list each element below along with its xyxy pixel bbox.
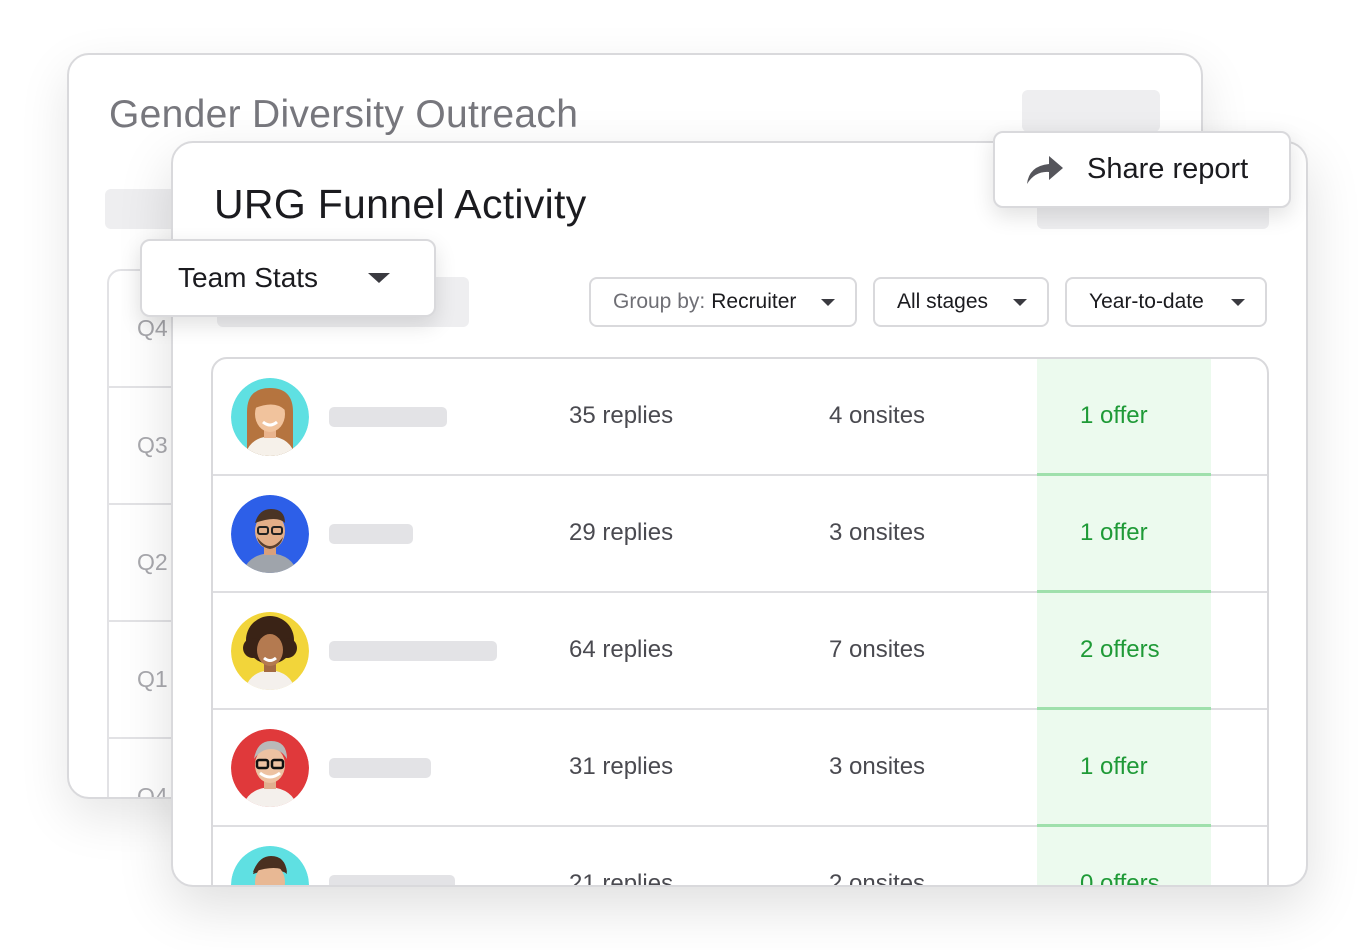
- share-report-button[interactable]: Share report: [993, 131, 1291, 208]
- onsites-count: 7 onsites: [829, 636, 926, 663]
- back-report-title: Gender Diversity Outreach: [109, 93, 579, 136]
- table-row[interactable]: 29 replies 3 onsites 1 offer: [213, 476, 1267, 593]
- chevron-down-icon: [1013, 298, 1027, 306]
- recruiter-name-placeholder: [329, 524, 413, 544]
- avatar: [231, 729, 309, 807]
- table-row[interactable]: 64 replies 7 onsites 2 offers: [213, 593, 1267, 710]
- quarter-label: Q3: [137, 432, 168, 458]
- offers-count: 0 offers: [1080, 870, 1160, 887]
- quarter-label: Q2: [137, 549, 168, 575]
- avatar: [231, 846, 309, 885]
- report-title: URG Funnel Activity: [214, 181, 587, 227]
- chevron-down-icon: [368, 273, 390, 283]
- chevron-down-icon: [821, 298, 835, 306]
- recruiter-name-placeholder: [329, 641, 497, 661]
- table-row[interactable]: 21 replies 2 onsites 0 offers: [213, 827, 1267, 887]
- quarter-label: Q1: [137, 666, 168, 692]
- replies-count: 29 replies: [569, 519, 674, 546]
- date-range-dropdown[interactable]: Year-to-date: [1065, 277, 1267, 327]
- group-by-prefix: Group by:: [613, 290, 706, 313]
- onsites-count: 3 onsites: [829, 753, 926, 780]
- share-report-label: Share report: [1087, 153, 1249, 185]
- offers-count: 1 offer: [1080, 519, 1148, 546]
- team-stats-dropdown[interactable]: Team Stats: [140, 239, 436, 317]
- offers-count: 2 offers: [1080, 636, 1160, 663]
- stage-value: All stages: [897, 290, 989, 313]
- quarter-label: Q4: [137, 315, 168, 341]
- table-row[interactable]: 35 replies 4 onsites 1 offer: [213, 359, 1267, 476]
- replies-count: 64 replies: [569, 636, 674, 663]
- replies-count: 35 replies: [569, 402, 674, 429]
- avatar: [231, 612, 309, 690]
- share-arrow-icon: [1027, 155, 1063, 184]
- date-range-value: Year-to-date: [1089, 290, 1204, 313]
- recruiter-name-placeholder: [329, 407, 447, 427]
- avatar: [231, 495, 309, 573]
- replies-count: 21 replies: [569, 870, 674, 887]
- chevron-down-icon: [1231, 298, 1245, 306]
- table-row[interactable]: 31 replies 3 onsites 1 offer: [213, 710, 1267, 827]
- recruiter-name-placeholder: [329, 758, 431, 778]
- group-by-dropdown[interactable]: Group by: Recruiter: [589, 277, 857, 327]
- recruiter-name-placeholder: [329, 875, 455, 885]
- onsites-count: 4 onsites: [829, 402, 926, 429]
- avatar: [231, 378, 309, 456]
- onsites-count: 3 onsites: [829, 519, 926, 546]
- replies-count: 31 replies: [569, 753, 674, 780]
- team-stats-label: Team Stats: [178, 262, 319, 293]
- offers-count: 1 offer: [1080, 402, 1148, 429]
- back-header-placeholder: [1022, 90, 1160, 132]
- quarter-label: Q4: [137, 783, 168, 799]
- stage-dropdown[interactable]: All stages: [873, 277, 1049, 327]
- onsites-count: 2 onsites: [829, 870, 926, 887]
- funnel-table: 35 replies 4 onsites 1 offer 29 replies …: [211, 357, 1269, 887]
- offers-count: 1 offer: [1080, 753, 1148, 780]
- group-by-value: Recruiter: [711, 290, 797, 313]
